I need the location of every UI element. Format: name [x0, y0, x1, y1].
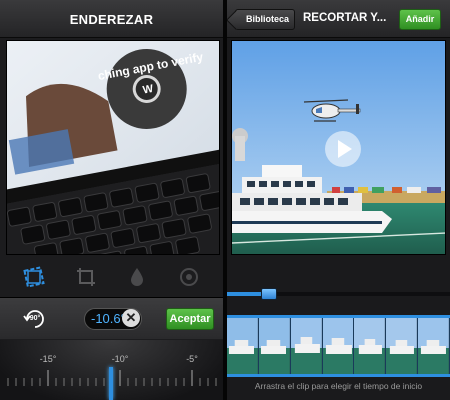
photo-preview[interactable]: W ching app to verify	[6, 40, 220, 255]
play-button[interactable]	[325, 131, 361, 167]
ruler-label: -5°	[186, 354, 198, 364]
filmstrip-frame	[258, 318, 291, 374]
video-preview[interactable]	[231, 40, 446, 255]
filmstrip-frame	[386, 318, 419, 374]
drop-icon	[131, 268, 144, 286]
accept-button[interactable]: Aceptar	[166, 308, 214, 330]
trim-title: RECORTAR Y...	[303, 12, 387, 24]
ruler-label: -10°	[111, 354, 129, 364]
filmstrip-frame	[290, 318, 323, 374]
reset-angle-button[interactable]: ✕	[122, 309, 140, 327]
straighten-controls: 90° -10.6° ✕ Aceptar	[0, 297, 223, 339]
vignette-tool[interactable]	[178, 266, 200, 288]
crop-icon	[76, 268, 95, 286]
trim-scrubber-handle[interactable]	[261, 288, 277, 300]
straighten-title: ENDEREZAR	[69, 12, 154, 27]
angle-ruler[interactable]: -15° -10° -5°	[0, 340, 223, 400]
straighten-icon	[23, 266, 45, 288]
clip-filmstrip[interactable]	[227, 315, 450, 377]
straighten-header: ENDEREZAR	[0, 0, 223, 38]
trim-header: Biblioteca RECORTAR Y... Añadir	[227, 0, 450, 38]
filmstrip-frame	[354, 318, 387, 374]
rotate-90-button[interactable]: 90°	[22, 306, 48, 332]
photo-image: W ching app to verify	[7, 41, 219, 254]
straighten-tool[interactable]	[23, 266, 45, 288]
trim-track-fill	[227, 292, 263, 296]
straighten-panel: ENDEREZAR W ching app to verify 90° -10.…	[0, 0, 223, 400]
crop-tool[interactable]	[75, 266, 97, 288]
blur-tool[interactable]	[126, 266, 148, 288]
trim-panel: Biblioteca RECORTAR Y... Añadir Arrastra…	[227, 0, 450, 400]
add-button[interactable]: Añadir	[399, 9, 441, 30]
library-back-button[interactable]: Biblioteca	[235, 9, 295, 30]
edit-toolbar	[0, 258, 223, 296]
lens-icon	[180, 268, 199, 286]
ruler-label: -15°	[39, 354, 57, 364]
angle-needle[interactable]	[109, 367, 113, 400]
rotate-label: 90°	[29, 315, 41, 322]
filmstrip-frame	[227, 318, 259, 374]
filmstrip-frame	[418, 318, 450, 374]
trim-hint: Arrastra el clip para elegir el tiempo d…	[254, 381, 423, 391]
filmstrip-frame	[322, 318, 355, 374]
